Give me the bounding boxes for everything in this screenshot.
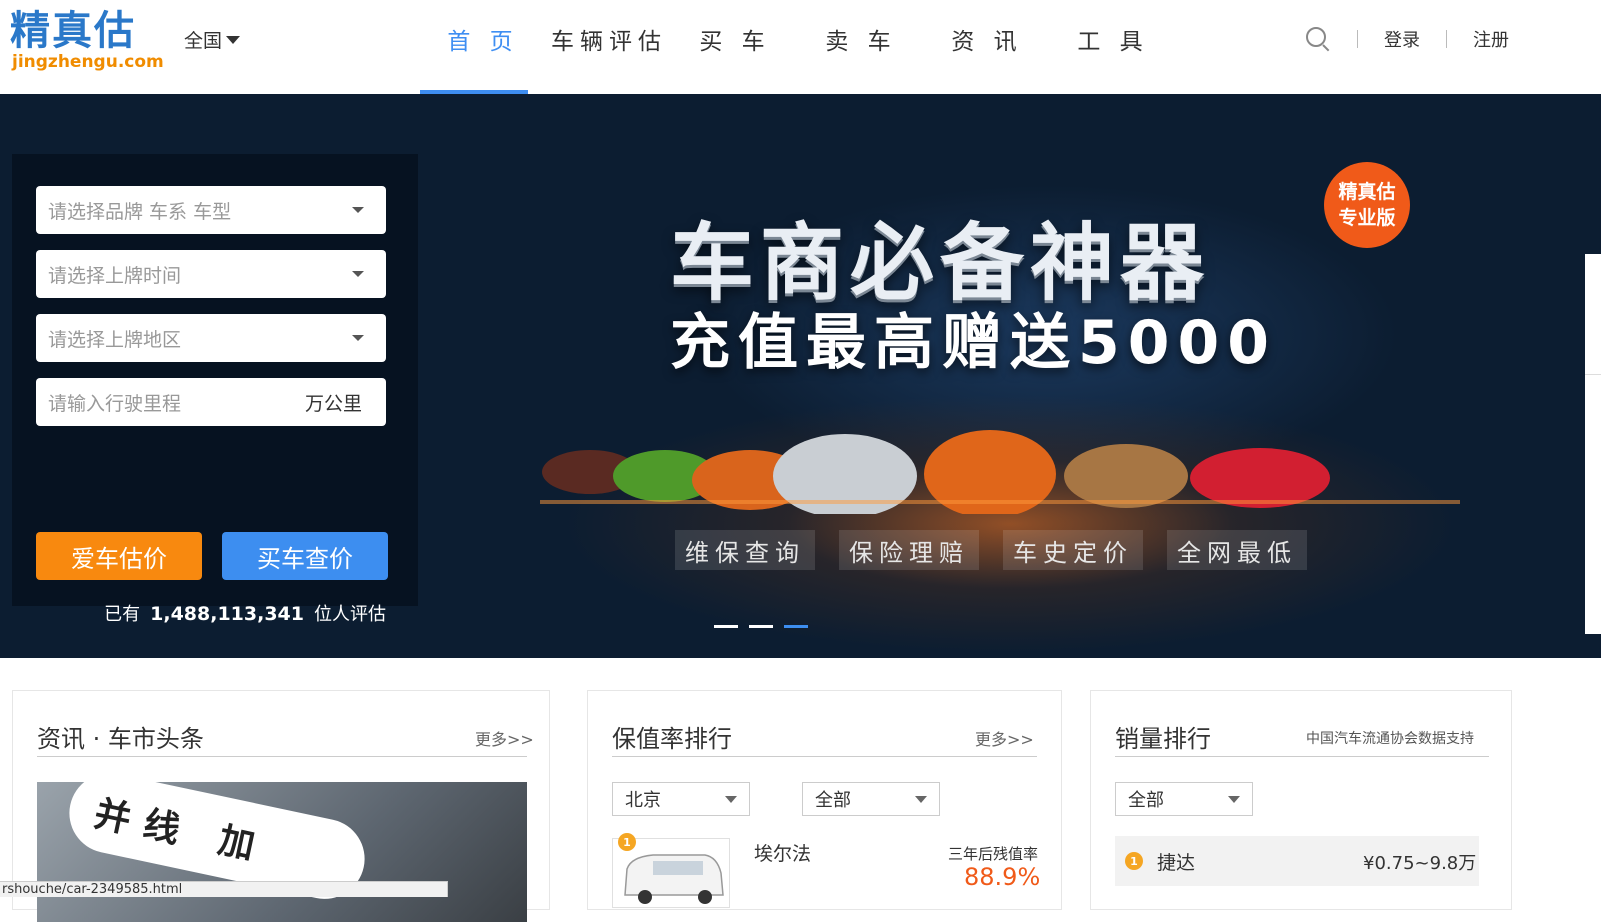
nav-news[interactable]: 资 讯 <box>924 0 1050 94</box>
divider <box>37 756 527 757</box>
residual-value: 88.9% <box>964 863 1041 891</box>
divider <box>1115 756 1489 757</box>
brand-select-placeholder: 请选择品牌 车系 车型 <box>48 200 232 223</box>
city-selector[interactable]: 全国 <box>184 26 241 53</box>
evaluation-count: 已有 1,488,113,341 位人评估 <box>104 600 386 626</box>
chevron-down-icon <box>352 271 364 277</box>
logo-text: 精真估 <box>10 8 136 54</box>
register-link[interactable]: 注册 <box>1473 26 1509 52</box>
region-select-placeholder: 请选择上牌地区 <box>48 328 182 351</box>
carousel-dot-2[interactable] <box>749 625 773 628</box>
sales-list-item[interactable]: 1 捷达 ¥0.75~9.8万 <box>1115 836 1479 886</box>
promo-subtitle: 充值最高赠送5000 <box>670 308 1277 378</box>
car-name[interactable]: 埃尔法 <box>754 839 811 866</box>
type-filter-value: 全部 <box>815 790 851 811</box>
sales-title: 销量排行 <box>1115 725 1211 753</box>
city-label: 全国 <box>184 30 223 52</box>
carousel-dot-3[interactable] <box>784 625 808 628</box>
nav-home[interactable]: 首 页 <box>420 0 546 94</box>
promo-artwork[interactable]: 车商必备神器 充值最高赠送5000 精真估 专业版 维保查询 保险理赔 车史定价… <box>540 154 1460 624</box>
car-lineup-image <box>540 430 1460 514</box>
chevron-down-icon <box>352 207 364 213</box>
register-date-select[interactable]: 请选择上牌时间 <box>36 250 386 298</box>
sales-filter-select[interactable]: 全部 <box>1115 782 1253 816</box>
nav-car-evaluation[interactable]: 车辆评估 <box>546 0 672 94</box>
residual-label: 三年后残值率 <box>948 845 1039 863</box>
login-link[interactable]: 登录 <box>1384 26 1420 52</box>
register-region-select[interactable]: 请选择上牌地区 <box>36 314 386 362</box>
mileage-input[interactable]: 请输入行驶里程 万公里 <box>36 378 386 426</box>
chevron-down-icon <box>352 335 364 341</box>
user-area: 登录 注册 <box>1305 24 1509 54</box>
site-header: 精真估 jingzhengu.com 全国 首 页 车辆评估 买 车 卖 车 资… <box>0 0 1601 94</box>
evaluate-car-button[interactable]: 爱车估价 <box>36 532 202 580</box>
nav-sell-car[interactable]: 卖 车 <box>798 0 924 94</box>
feature-tags: 维保查询 保险理赔 车史定价 全网最低 <box>675 530 1331 570</box>
news-card: 资讯 · 车市头条 更多>> 并线 加 <box>12 690 550 922</box>
value-retention-title: 保值率排行 <box>612 725 732 753</box>
rank-badge: 1 <box>1125 852 1143 870</box>
brand-select[interactable]: 请选择品牌 车系 车型 <box>36 186 386 234</box>
main-nav: 首 页 车辆评估 买 车 卖 车 资 讯 工 具 <box>420 0 1176 94</box>
sales-ranking-card: 销量排行 中国汽车流通协会数据支持 全部 1 捷达 ¥0.75~9.8万 <box>1090 690 1512 910</box>
chevron-down-icon <box>725 796 737 803</box>
city-filter-select[interactable]: 北京 <box>612 782 750 816</box>
news-title: 资讯 · 车市头条 <box>37 725 204 753</box>
date-select-placeholder: 请选择上牌时间 <box>48 264 182 287</box>
count-suffix: 位人评估 <box>314 604 386 625</box>
buy-car-price-button[interactable]: 买车查价 <box>222 532 388 580</box>
value-more-link[interactable]: 更多>> <box>975 726 1034 750</box>
badge-line1: 精真估 <box>1338 181 1396 203</box>
mileage-placeholder: 请输入行驶里程 <box>48 392 182 415</box>
carousel-dot-1[interactable] <box>714 625 738 628</box>
nav-buy-car[interactable]: 买 车 <box>672 0 798 94</box>
news-more-link[interactable]: 更多>> <box>475 726 534 750</box>
chevron-down-icon <box>915 796 927 803</box>
rank-badge: 1 <box>618 833 636 851</box>
feature-tag: 车史定价 <box>1003 530 1143 570</box>
search-icon[interactable] <box>1305 26 1331 52</box>
site-logo[interactable]: 精真估 jingzhengu.com <box>10 8 164 74</box>
news-headline-image[interactable]: 并线 加 <box>37 782 527 922</box>
chevron-down-icon <box>1228 796 1240 803</box>
car-name: 捷达 <box>1157 852 1196 874</box>
badge-line2: 专业版 <box>1338 207 1396 229</box>
city-filter-value: 北京 <box>625 790 661 811</box>
nav-tools[interactable]: 工 具 <box>1050 0 1176 94</box>
pro-edition-badge: 精真估 专业版 <box>1324 162 1410 248</box>
floating-side-panel[interactable] <box>1585 254 1601 634</box>
count-value: 1,488,113,341 <box>150 603 304 625</box>
divider <box>1357 30 1358 48</box>
evaluation-form: 请选择品牌 车系 车型 请选择上牌时间 请选择上牌地区 请输入行驶里程 万公里 … <box>12 154 418 625</box>
logo-domain: jingzhengu.com <box>12 52 164 72</box>
feature-tag: 维保查询 <box>675 530 815 570</box>
feature-tag: 保险理赔 <box>839 530 979 570</box>
value-retention-card: 保值率排行 更多>> 北京 全部 1 埃尔法 三年后残值率 88.9% <box>587 690 1062 910</box>
carousel-dots <box>714 625 819 628</box>
type-filter-select[interactable]: 全部 <box>802 782 940 816</box>
status-bar-url: rshouche/car-2349585.html <box>0 881 448 897</box>
mileage-unit: 万公里 <box>304 392 362 415</box>
data-source-note: 中国汽车流通协会数据支持 <box>1306 731 1474 747</box>
hero-banner[interactable]: 车商必备神器 充值最高赠送5000 精真估 专业版 维保查询 保险理赔 车史定价… <box>0 94 1601 658</box>
sales-filter-value: 全部 <box>1128 790 1164 811</box>
divider <box>612 756 1037 757</box>
divider <box>1446 30 1447 48</box>
price-range: ¥0.75~9.8万 <box>1363 853 1477 874</box>
count-prefix: 已有 <box>104 604 141 625</box>
chevron-down-icon <box>226 35 241 44</box>
feature-tag: 全网最低 <box>1167 530 1307 570</box>
